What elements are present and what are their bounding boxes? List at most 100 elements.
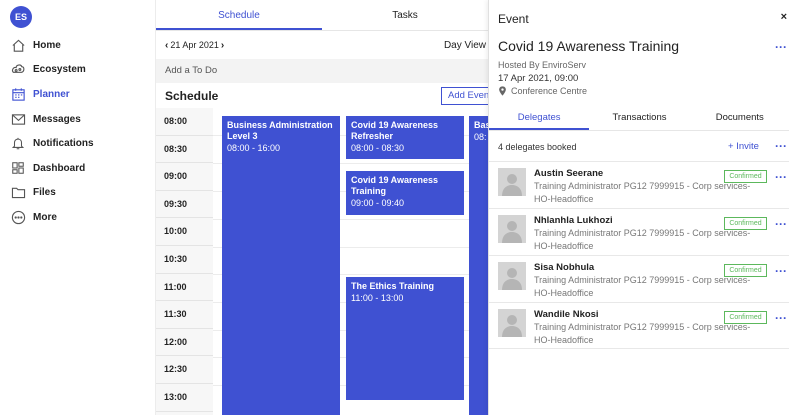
delegate-list: Austin Seerane Training Administrator PG… (489, 161, 789, 349)
time-column: 08:00 08:30 09:00 09:30 10:00 10:30 11:0… (156, 108, 213, 415)
sidebar-item-label: More (33, 211, 57, 223)
delegate-name: Wandile Nkosi (534, 309, 599, 320)
envelope-icon (10, 111, 26, 127)
bell-icon (10, 136, 26, 152)
user-avatar[interactable]: ES (10, 6, 32, 28)
status-badge: Confirmed (724, 170, 767, 183)
date-navigator: ‹ 21 Apr 2021 › Day View (156, 31, 488, 59)
event-time: 09:00 - 09:40 (351, 198, 405, 208)
sidebar-item-more[interactable]: More (0, 205, 155, 230)
tab-tasks[interactable]: Tasks (322, 0, 488, 30)
sidebar-item-messages[interactable]: Messages (0, 107, 155, 132)
ecosystem-icon (10, 62, 26, 78)
invite-button[interactable]: + Invite (728, 141, 759, 152)
delegate-role: Training Administrator PG12 7999915 - Co… (534, 228, 751, 251)
event-location: Conference Centre (498, 86, 587, 96)
sidebar-item-label: Messages (33, 113, 81, 125)
delegate-role: Training Administrator PG12 7999915 - Co… (534, 181, 751, 204)
event-block[interactable]: Business Administration Level 3 08:00 - … (222, 116, 340, 415)
status-badge: Confirmed (724, 217, 767, 230)
home-icon (10, 37, 26, 53)
sidebar-item-label: Home (33, 39, 61, 51)
more-icon (10, 209, 26, 225)
list-item[interactable]: Wandile Nkosi Training Administrator PG1… (489, 302, 789, 349)
time-slot-label: 12:00 (156, 329, 213, 357)
status-badge: Confirmed (724, 311, 767, 324)
delegate-options-icon[interactable]: ··· (775, 217, 787, 231)
list-item[interactable]: Sisa Nobhula Training Administrator PG12… (489, 255, 789, 302)
time-slot-label: 10:00 (156, 218, 213, 246)
event-tabs: Delegates Transactions Documents (489, 106, 789, 131)
time-slot-label: 08:00 (156, 108, 213, 136)
event-host: Hosted By EnviroServ (498, 60, 587, 70)
event-title: Business Administration Level 3 (227, 120, 333, 141)
event-time: 11:00 - 13:00 (351, 293, 404, 303)
delegate-name: Sisa Nobhula (534, 262, 595, 273)
event-block[interactable]: Bas 08: (469, 116, 489, 415)
event-time: 08:00 - 16:00 (227, 143, 281, 153)
time-slot-label: 13:00 (156, 384, 213, 412)
location-pin-icon (499, 86, 506, 96)
delegate-name: Nhlanhla Lukhozi (534, 215, 613, 226)
delegate-options-icon[interactable]: ··· (775, 264, 787, 278)
delegate-name: Austin Seerane (534, 168, 604, 179)
avatar (498, 215, 526, 243)
time-slot-label: 10:30 (156, 246, 213, 274)
delegate-options-icon[interactable]: ··· (775, 311, 787, 325)
time-slot-label: 08:30 (156, 136, 213, 164)
event-title: The Ethics Training (351, 281, 435, 291)
event-title: Covid 19 Awareness Training (351, 175, 439, 196)
tab-schedule[interactable]: Schedule (156, 0, 322, 30)
sidebar-item-planner[interactable]: Planner (0, 82, 155, 107)
time-slot-label: 09:00 (156, 163, 213, 191)
delegate-role: Training Administrator PG12 7999915 - Co… (534, 322, 751, 345)
event-datetime: 17 Apr 2021, 09:00 (498, 73, 579, 84)
avatar (498, 168, 526, 196)
add-todo-input[interactable]: Add a To Do (156, 59, 488, 83)
planner-main: Schedule Tasks ‹ 21 Apr 2021 › Day View … (155, 0, 501, 415)
sidebar-nav: Home Ecosystem Planner Messages Notifica… (0, 33, 155, 230)
folder-icon (10, 185, 26, 201)
sidebar-item-label: Dashboard (33, 162, 86, 174)
event-title: Covid 19 Awareness Training (498, 38, 680, 54)
event-panel: Event × Covid 19 Awareness Training ··· … (488, 0, 789, 415)
event-title: Covid 19 Awareness Refresher (351, 120, 439, 141)
tab-transactions[interactable]: Transactions (589, 106, 689, 130)
calendar-icon (10, 86, 26, 102)
list-item[interactable]: Austin Seerane Training Administrator PG… (489, 161, 789, 208)
chevron-left-icon[interactable]: ‹ (165, 40, 168, 51)
sidebar-item-notifications[interactable]: Notifications (0, 131, 155, 156)
panel-heading: Event (498, 12, 529, 26)
delegates-options-icon[interactable]: ··· (775, 139, 787, 153)
close-icon[interactable]: × (781, 11, 787, 23)
list-item[interactable]: Nhlanhla Lukhozi Training Administrator … (489, 208, 789, 255)
planner-tabs: Schedule Tasks (156, 0, 488, 31)
status-badge: Confirmed (724, 264, 767, 277)
event-block[interactable]: Covid 19 Awareness Training 09:00 - 09:4… (346, 171, 464, 215)
sidebar-item-label: Planner (33, 88, 70, 100)
delegate-role: Training Administrator PG12 7999915 - Co… (534, 275, 751, 298)
view-selector[interactable]: Day View (444, 40, 486, 51)
sidebar-item-dashboard[interactable]: Dashboard (0, 156, 155, 181)
event-options-icon[interactable]: ··· (775, 40, 787, 54)
event-time: 08:00 - 08:30 (351, 143, 405, 153)
sidebar-item-ecosystem[interactable]: Ecosystem (0, 58, 155, 83)
time-slot-label: 12:30 (156, 356, 213, 384)
sidebar-item-home[interactable]: Home (0, 33, 155, 58)
delegate-options-icon[interactable]: ··· (775, 170, 787, 184)
event-block[interactable]: The Ethics Training 11:00 - 13:00 (346, 277, 464, 400)
sidebar-item-files[interactable]: Files (0, 181, 155, 206)
schedule-title: Schedule (165, 89, 219, 103)
tab-documents[interactable]: Documents (690, 106, 789, 130)
sidebar-item-label: Files (33, 187, 56, 199)
time-slot-label: 11:00 (156, 274, 213, 302)
sidebar: ES Home Ecosystem Planner Messages Notif… (0, 0, 155, 415)
chevron-right-icon[interactable]: › (221, 40, 224, 51)
event-title: Bas (474, 120, 489, 130)
current-date: 21 Apr 2021 (170, 40, 219, 50)
tab-delegates[interactable]: Delegates (489, 106, 590, 130)
sidebar-item-label: Ecosystem (33, 64, 86, 76)
time-slot-label: 11:30 (156, 301, 213, 329)
time-slot-label: 09:30 (156, 191, 213, 219)
event-block[interactable]: Covid 19 Awareness Refresher 08:00 - 08:… (346, 116, 464, 159)
